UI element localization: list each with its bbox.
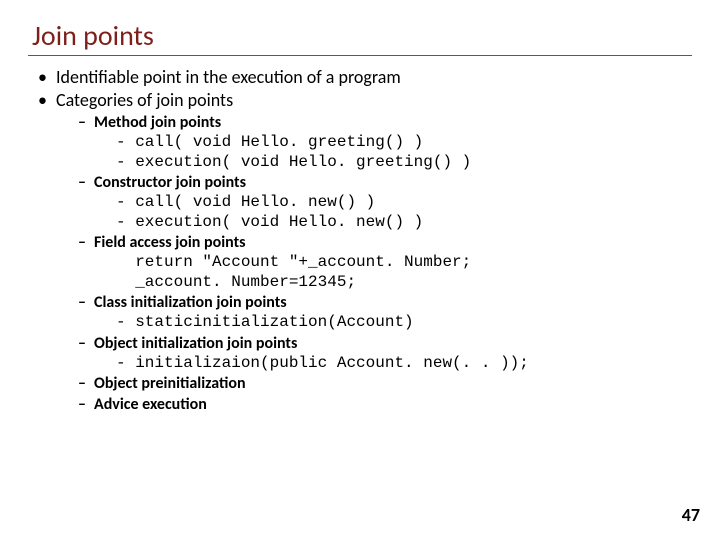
code-line: - staticinitialization(Account)	[116, 313, 692, 333]
sub-method-code: - call( void Hello. greeting() ) - execu…	[116, 133, 692, 172]
bullet-categories-text: Categories of join points	[56, 89, 233, 111]
sub-preinit-label: Object preinitialization	[94, 374, 246, 393]
title-underline	[28, 55, 692, 56]
sub-field-label: Field access join points	[94, 233, 246, 252]
sub-advice: Advice execution	[78, 395, 692, 415]
sub-objinit: Object initialization join points - init…	[78, 334, 692, 374]
sub-bullets: Method join points - call( void Hello. g…	[78, 113, 692, 415]
sub-classinit-label: Class initialization join points	[94, 293, 287, 312]
sub-field-code: return "Account "+_account. Number; _acc…	[116, 253, 692, 292]
slide-title: Join points	[32, 18, 692, 53]
page-number: 47	[682, 504, 700, 526]
sub-constructor-label: Constructor join points	[94, 173, 246, 192]
slide: Join points Identifiable point in the ex…	[0, 0, 720, 540]
top-bullets: Identifiable point in the execution of a…	[38, 66, 692, 415]
code-line: - initializaion(public Account. new(. . …	[116, 354, 692, 374]
code-line: - execution( void Hello. new() )	[116, 213, 692, 233]
code-line: - call( void Hello. greeting() )	[116, 133, 692, 153]
sub-field: Field access join points return "Account…	[78, 233, 692, 292]
code-line: - call( void Hello. new() )	[116, 193, 692, 213]
sub-objinit-label: Object initialization join points	[94, 334, 297, 353]
sub-classinit-code: - staticinitialization(Account)	[116, 313, 692, 333]
bullet-categories: Categories of join points Method join po…	[38, 89, 692, 416]
sub-method: Method join points - call( void Hello. g…	[78, 113, 692, 172]
code-line: _account. Number=12345;	[116, 273, 692, 293]
sub-constructor: Constructor join points - call( void Hel…	[78, 173, 692, 232]
sub-preinit: Object preinitialization	[78, 374, 692, 394]
code-line: - execution( void Hello. greeting() )	[116, 153, 692, 173]
sub-classinit: Class initialization join points - stati…	[78, 293, 692, 333]
sub-advice-label: Advice execution	[94, 395, 207, 414]
sub-constructor-code: - call( void Hello. new() ) - execution(…	[116, 193, 692, 232]
sub-objinit-code: - initializaion(public Account. new(. . …	[116, 354, 692, 374]
sub-method-label: Method join points	[94, 113, 221, 132]
bullet-identifiable: Identifiable point in the execution of a…	[38, 66, 692, 89]
code-line: return "Account "+_account. Number;	[116, 253, 692, 273]
